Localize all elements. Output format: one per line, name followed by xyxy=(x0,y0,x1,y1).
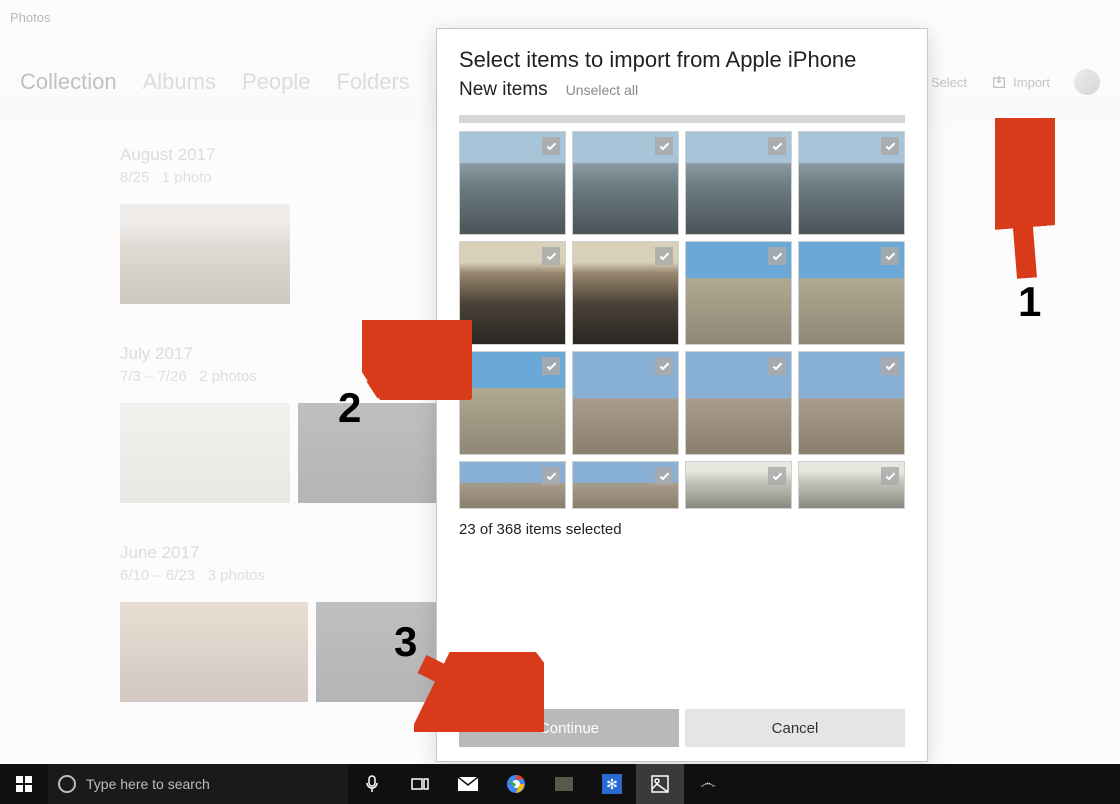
generic-icon: ෴ xyxy=(700,775,715,793)
task-view-button[interactable] xyxy=(396,764,444,804)
import-thumb[interactable] xyxy=(572,351,679,455)
divider xyxy=(459,115,905,123)
import-thumb[interactable] xyxy=(572,461,679,509)
app-icon-1[interactable] xyxy=(540,764,588,804)
photos-taskbar-button[interactable] xyxy=(636,764,684,804)
windows-icon xyxy=(16,776,32,792)
checkbox-icon[interactable] xyxy=(655,467,673,485)
import-thumb[interactable] xyxy=(459,461,566,509)
annotation-number-2: 2 xyxy=(338,384,361,432)
app-icon-3[interactable]: ෴ xyxy=(684,764,732,804)
checkbox-icon[interactable] xyxy=(881,357,899,375)
import-thumb[interactable] xyxy=(798,351,905,455)
import-thumb[interactable] xyxy=(572,241,679,345)
taskbar: Type here to search ✻ ෴ xyxy=(0,764,1120,804)
dialog-subheader: New items Unselect all xyxy=(459,79,905,101)
checkbox-icon[interactable] xyxy=(655,137,673,155)
checkbox-icon[interactable] xyxy=(768,137,786,155)
import-thumb[interactable] xyxy=(459,131,566,235)
mail-icon xyxy=(458,777,478,791)
checkbox-icon[interactable] xyxy=(542,467,560,485)
annotation-arrow-3 xyxy=(414,652,544,732)
cortana-icon xyxy=(58,775,76,793)
taskbar-search[interactable]: Type here to search xyxy=(48,764,348,804)
import-thumb[interactable] xyxy=(459,241,566,345)
import-thumb[interactable] xyxy=(685,461,792,509)
import-thumb[interactable] xyxy=(572,131,679,235)
mail-app[interactable] xyxy=(444,764,492,804)
generic-icon xyxy=(555,777,573,791)
annotation-arrow-1 xyxy=(995,118,1055,288)
import-thumb[interactable] xyxy=(685,131,792,235)
checkbox-icon[interactable] xyxy=(881,137,899,155)
gear-icon: ✻ xyxy=(602,774,622,794)
checkbox-icon[interactable] xyxy=(768,357,786,375)
annotation-number-1: 1 xyxy=(1018,278,1041,326)
import-thumb[interactable] xyxy=(798,461,905,509)
annotation-arrow-2 xyxy=(362,320,472,400)
checkbox-icon[interactable] xyxy=(881,247,899,265)
import-thumb[interactable] xyxy=(685,351,792,455)
selection-count: 23 of 368 items selected xyxy=(459,521,905,538)
checkbox-icon[interactable] xyxy=(542,357,560,375)
checkbox-icon[interactable] xyxy=(542,247,560,265)
unselect-all-link[interactable]: Unselect all xyxy=(566,82,638,98)
annotation-number-3: 3 xyxy=(394,618,417,666)
chrome-app[interactable] xyxy=(492,764,540,804)
taskview-icon xyxy=(411,777,429,791)
import-grid xyxy=(459,131,905,509)
mic-icon xyxy=(365,775,379,793)
import-thumb[interactable] xyxy=(798,131,905,235)
app-icon-2[interactable]: ✻ xyxy=(588,764,636,804)
start-button[interactable] xyxy=(0,764,48,804)
checkbox-icon[interactable] xyxy=(881,467,899,485)
new-items-label: New items xyxy=(459,79,548,101)
cancel-button[interactable]: Cancel xyxy=(685,709,905,747)
chrome-icon xyxy=(506,774,526,794)
import-thumb[interactable] xyxy=(798,241,905,345)
mic-button[interactable] xyxy=(348,764,396,804)
photos-icon xyxy=(651,775,669,793)
checkbox-icon[interactable] xyxy=(655,357,673,375)
checkbox-icon[interactable] xyxy=(768,467,786,485)
checkbox-icon[interactable] xyxy=(655,247,673,265)
checkbox-icon[interactable] xyxy=(768,247,786,265)
dialog-title: Select items to import from Apple iPhone xyxy=(459,47,905,73)
checkbox-icon[interactable] xyxy=(542,137,560,155)
import-thumb[interactable] xyxy=(459,351,566,455)
import-thumb[interactable] xyxy=(685,241,792,345)
search-placeholder: Type here to search xyxy=(86,776,210,792)
